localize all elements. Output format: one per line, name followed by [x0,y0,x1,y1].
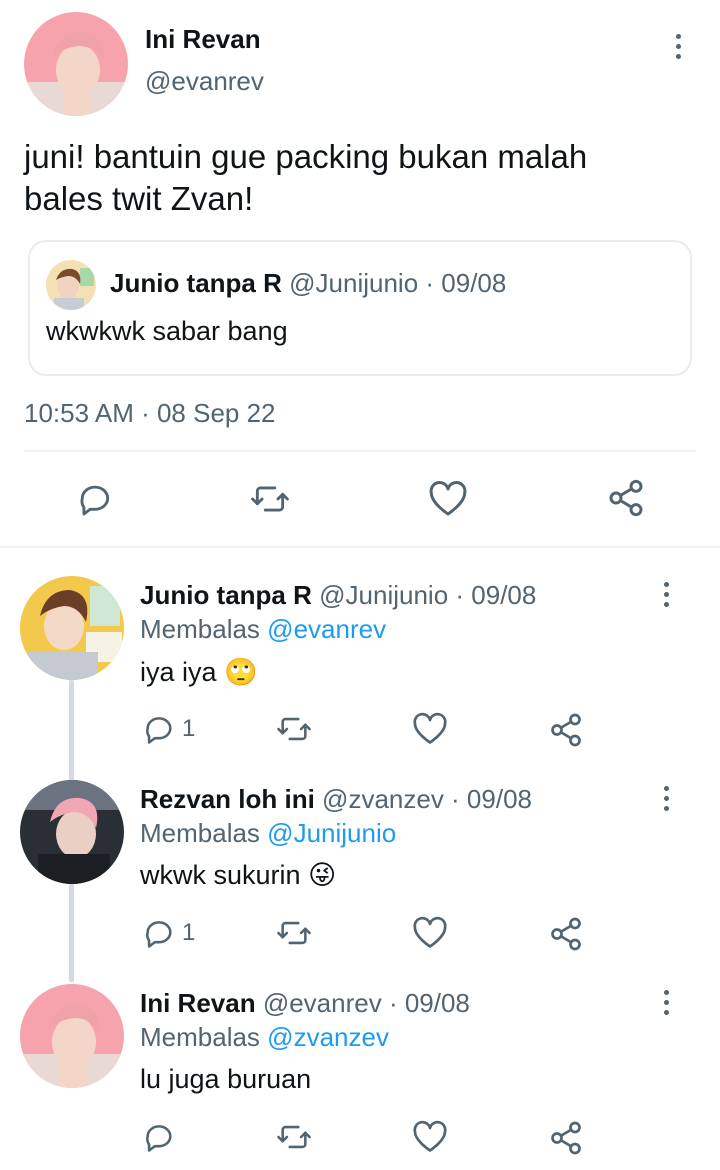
reply-avatar[interactable] [20,576,124,680]
tweet-timestamp[interactable]: 10:53 AM · 08 Sep 22 [24,398,276,429]
replying-to: Membalas @zvanzev [140,1022,389,1053]
reply-icon[interactable]: 1 [142,916,195,950]
tweet-text-line: juni! bantuin gue packing bukan malah [24,138,588,175]
section-divider [0,546,720,548]
retweet-icon[interactable] [274,916,314,950]
retweet-icon[interactable] [248,480,292,518]
share-icon[interactable] [548,916,584,952]
reply-icon[interactable]: 1 [142,712,195,746]
reply-header: Rezvan loh ini @zvanzev · 09/08 [140,784,532,815]
reply-text: wkwk sukurin 😜 [140,860,336,891]
share-icon[interactable] [606,478,646,518]
reply-avatar[interactable] [20,780,124,884]
replying-to: Membalas @evanrev [140,614,386,645]
reply-header: Junio tanpa R @Junijunio · 09/08 [140,580,536,611]
winking-tongue-emoji: 😜 [308,860,337,890]
more-options-icon[interactable] [656,986,676,1018]
reply-text: iya iya 🙄 [140,656,258,688]
tweet-text: juni! bantuin gue packing bukan malah ba… [24,136,587,220]
reply-text-body: iya iya [140,657,217,687]
share-icon[interactable] [548,1120,584,1156]
reply-handle-date: @zvanzev · 09/08 [322,784,532,814]
quoted-name: Junio tanpa R [110,268,282,298]
heart-icon[interactable] [412,916,448,950]
reply-author-name[interactable]: Ini Revan [140,988,256,1018]
reply-author-name[interactable]: Rezvan loh ini [140,784,315,814]
reply-handle-date: @evanrev · 09/08 [262,988,470,1018]
more-options-icon[interactable] [656,782,676,814]
reply-count: 1 [182,919,196,946]
quoted-header: Junio tanpa R @Junijunio · 09/08 [110,268,506,299]
author-handle[interactable]: @evanrev [145,66,264,97]
reply-header: Ini Revan @evanrev · 09/08 [140,988,470,1019]
replying-to-label: Membalas [140,1022,260,1052]
replying-to-link[interactable]: @Junijunio [267,818,396,848]
author-avatar[interactable] [24,12,128,116]
replying-to-label: Membalas [140,818,260,848]
quoted-avatar [46,260,96,310]
replying-to-link[interactable]: @evanrev [267,614,386,644]
reply-count: 1 [182,715,196,742]
share-icon[interactable] [548,712,584,748]
more-options-icon[interactable] [656,578,676,610]
reply-text-body: wkwk sukurin [140,860,301,890]
tweet-text-line: bales twit Zvan! [24,180,254,217]
quoted-text: wkwkwk sabar bang [46,316,288,346]
reply-icon[interactable] [76,480,114,518]
heart-icon[interactable] [428,480,468,518]
heart-icon[interactable] [412,712,448,746]
reply-icon[interactable] [142,1120,176,1154]
more-options-icon[interactable] [668,30,688,62]
face-rolling-eyes-emoji: 🙄 [224,657,258,687]
reply-text: lu juga buruan [140,1064,312,1094]
author-name[interactable]: Ini Revan [145,24,261,55]
retweet-icon[interactable] [274,1120,314,1154]
reply-author-name[interactable]: Junio tanpa R [140,580,312,610]
quoted-tweet[interactable]: Junio tanpa R @Junijunio · 09/08 wkwkwk … [28,240,692,376]
replying-to: Membalas @Junijunio [140,818,396,849]
reply-avatar[interactable] [20,984,124,1088]
reply-handle-date: @Junijunio · 09/08 [319,580,537,610]
divider [24,450,696,452]
heart-icon[interactable] [412,1120,448,1154]
replying-to-label: Membalas [140,614,260,644]
replying-to-link[interactable]: @zvanzev [267,1022,389,1052]
quoted-handle-date: @Junijunio · 09/08 [289,268,507,298]
retweet-icon[interactable] [274,712,314,746]
